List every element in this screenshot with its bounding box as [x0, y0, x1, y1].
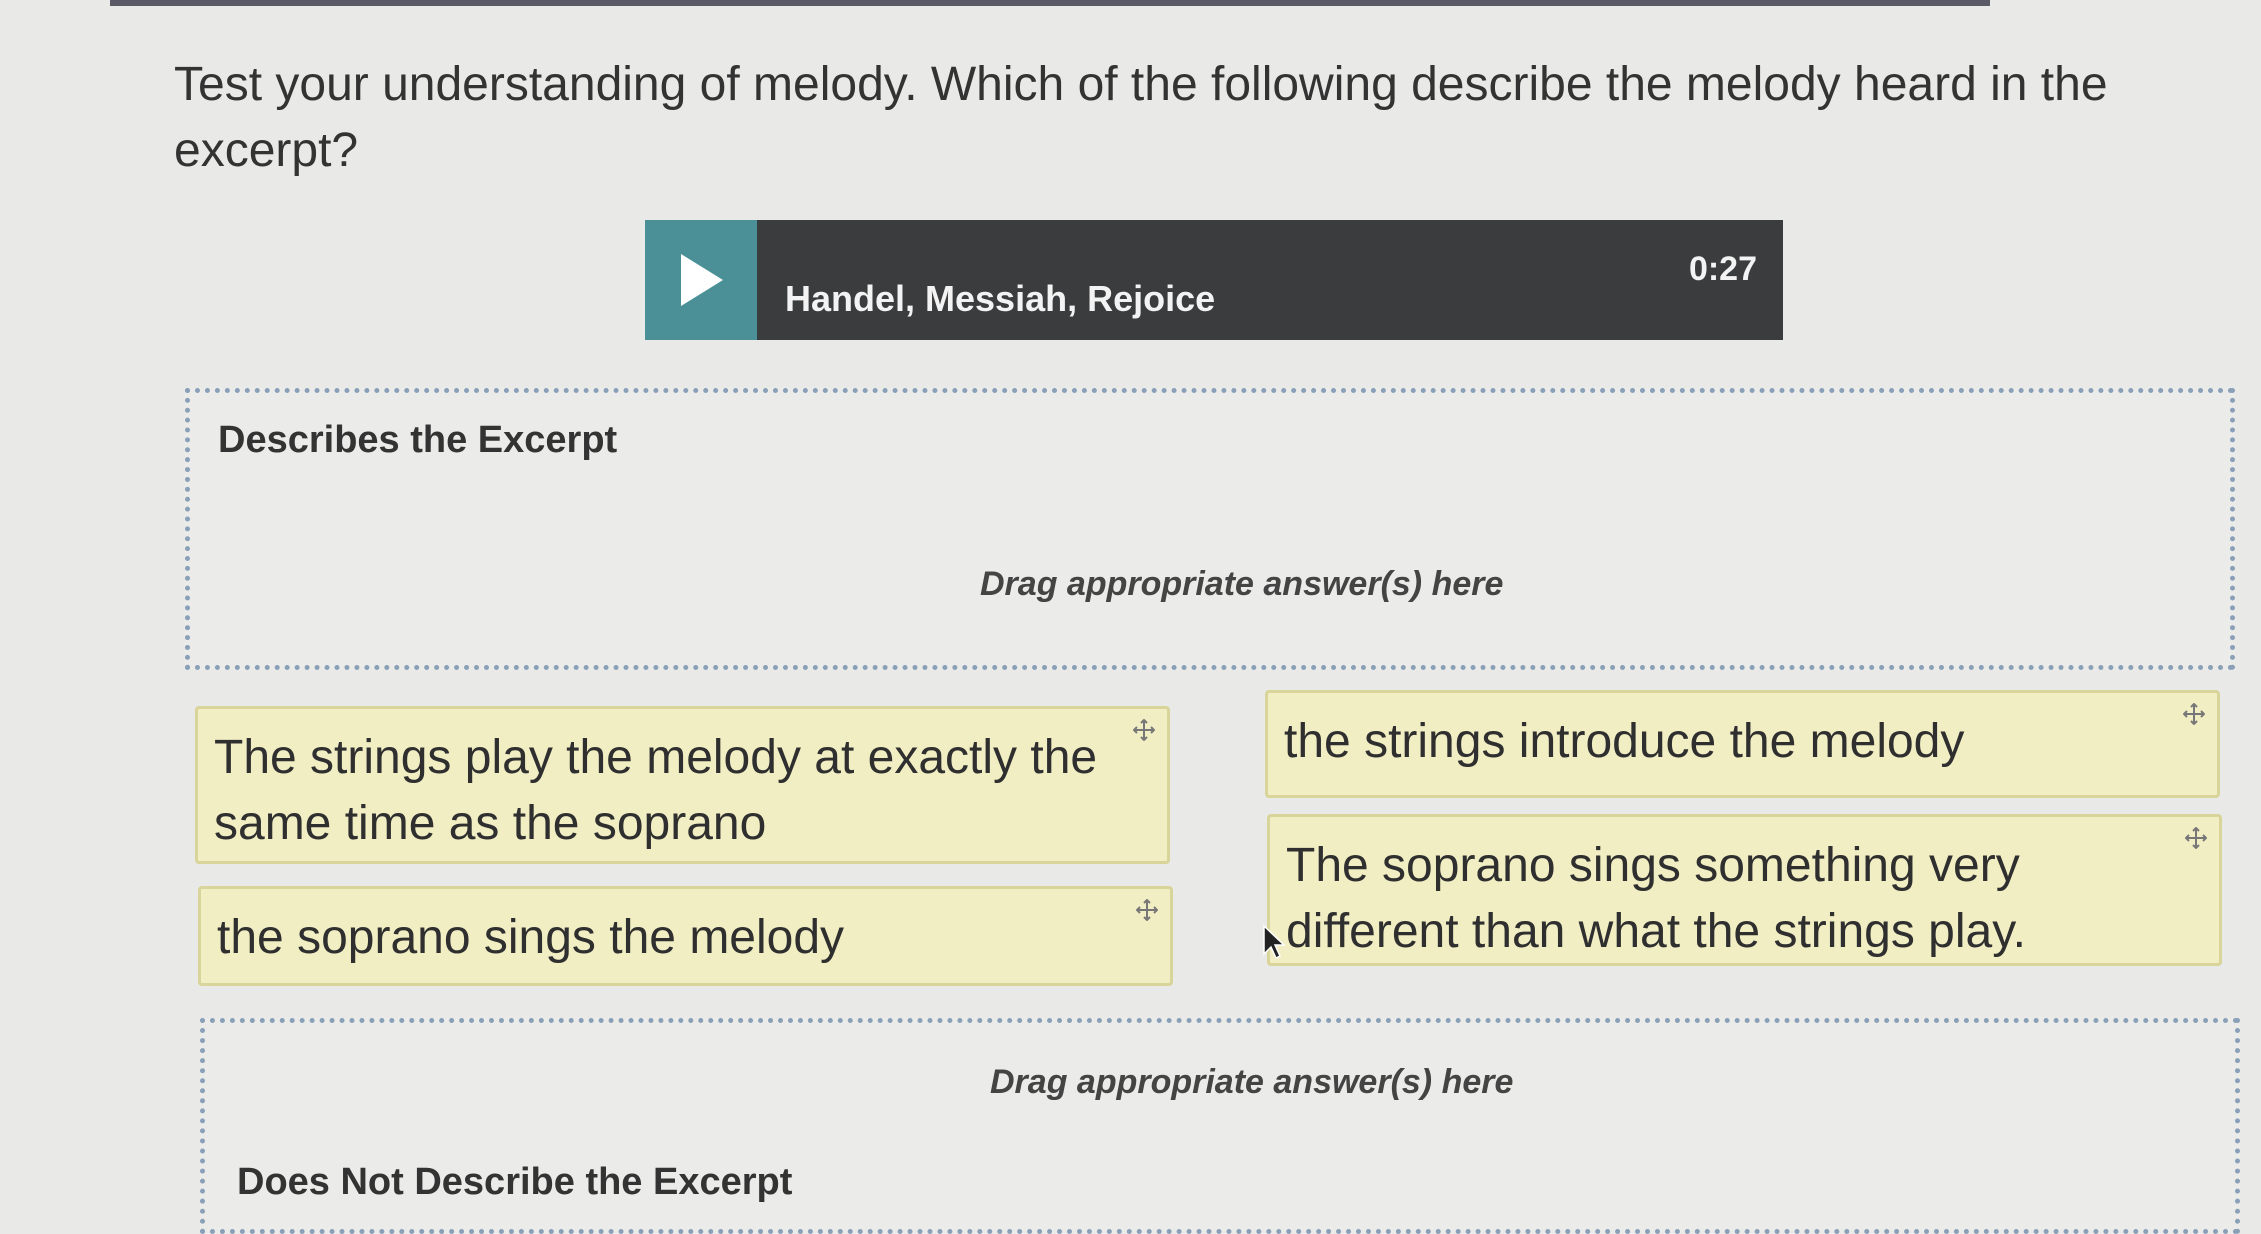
move-icon — [2183, 703, 2205, 725]
answer-text: The soprano sings something very differe… — [1286, 839, 2026, 958]
track-time: 0:27 — [1688, 250, 1757, 288]
dropzone-does-not-describe[interactable]: Drag appropriate answer(s) here Does Not… — [200, 1018, 2240, 1234]
answer-card[interactable]: the strings introduce the melody — [1265, 690, 2220, 798]
audio-player: Handel, Messiah, Rejoice 0:27 — [645, 220, 1783, 340]
mouse-cursor-icon — [1263, 924, 1286, 960]
move-icon — [2185, 827, 2207, 849]
answer-text: the strings introduce the melody — [1284, 715, 1965, 768]
answer-text: The strings play the melody at exactly t… — [214, 731, 1098, 850]
answer-text: the soprano sings the melody — [217, 911, 845, 964]
play-icon — [681, 254, 723, 306]
dropzone-title: Does Not Describe the Excerpt — [237, 1161, 793, 1203]
top-bar — [110, 0, 1990, 6]
question-prompt: Test your understanding of melody. Which… — [174, 58, 2108, 177]
track-title: Handel, Messiah, Rejoice — [785, 278, 1216, 319]
dropzone-title: Describes the Excerpt — [218, 419, 618, 461]
dropzone-describes[interactable]: Describes the Excerpt Drag appropriate a… — [185, 388, 2235, 670]
answer-card[interactable]: The strings play the melody at exactly t… — [195, 706, 1170, 864]
play-button[interactable] — [645, 220, 757, 340]
dropzone-hint: Drag appropriate answer(s) here — [990, 1063, 1514, 1101]
move-icon — [1136, 899, 1158, 921]
answer-card[interactable]: The soprano sings something very differe… — [1267, 814, 2222, 966]
move-icon — [1133, 719, 1155, 741]
dropzone-hint: Drag appropriate answer(s) here — [980, 565, 1504, 603]
answer-card[interactable]: the soprano sings the melody — [198, 886, 1173, 986]
